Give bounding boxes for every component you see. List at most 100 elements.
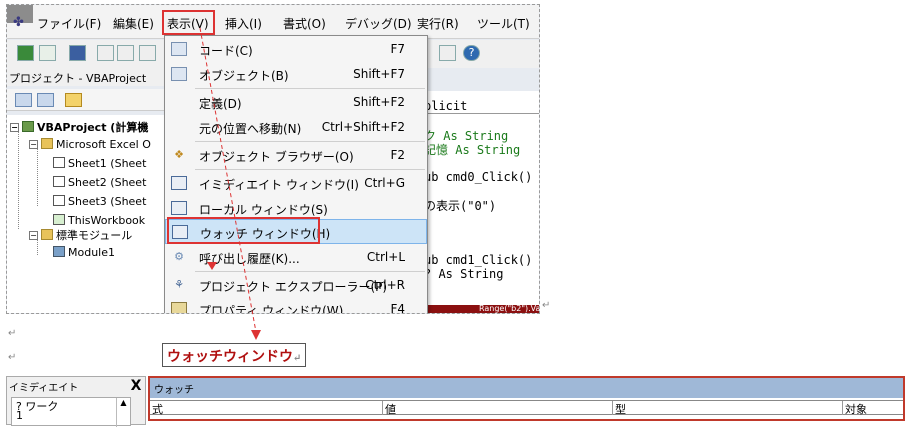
menu-item-label: プロパティ ウィンドウ(W) [199,304,344,314]
menu-item-shortcut: F7 [390,42,405,56]
code-window[interactable]: plicit ク As String 記憶 As String ub cmd0_… [424,91,539,313]
menu-item-call-stack[interactable]: ⚙ 呼び出し履歴(K)... Ctrl+L [165,245,427,270]
save-icon[interactable] [69,45,86,61]
menu-insert[interactable]: 挿入(I) [225,15,262,32]
caption-text: ウォッチウィンドウ [167,349,293,365]
immediate-window: イミディエイト X ? ワーク 1 ▲ [6,376,146,427]
project-tree: − VBAProject (計算機 − Microsoft Excel O Shee… [7,115,167,313]
caption-label: ウォッチウィンドウ↵ [162,343,307,367]
menu-item-label: プロジェクト エクスプローラー(P) [199,280,388,294]
menu-item-object-browser[interactable]: ❖ オブジェクト ブラウザー(O) F2 [165,143,427,168]
code-line: ub cmd1_Click() [424,253,533,267]
menu-item-code[interactable]: コード(C) F7 [165,37,427,62]
menu-file[interactable]: ファイル(F) [37,15,101,32]
tree-node-standard-modules[interactable]: − 標準モジュール [29,227,132,243]
module-icon [53,246,65,257]
view-code-icon[interactable] [15,93,32,107]
menu-item-shortcut: Ctrl+L [366,250,405,264]
tree-label: Microsoft Excel O [56,138,151,151]
tree-label: Sheet2 (Sheet [68,176,147,189]
tree-node-vbaproject[interactable]: − VBAProject (計算機 [10,119,148,135]
menu-item-properties-window[interactable]: プロパティ ウィンドウ(W) F4 [165,297,427,314]
menu-bar: ✤ ファイル(F) 編集(E) 表示(V) 挿入(I) 書式(O) デバッグ(D… [7,5,539,39]
column-header-expression[interactable]: 式 [150,401,382,416]
collapse-icon[interactable]: − [29,231,38,240]
scroll-up-icon[interactable]: ▲ [120,398,126,407]
tree-label: VBAProject (計算機 [37,121,149,134]
project-explorer-title: プロジェクト - VBAProject [7,68,167,86]
code-line: の表示("0") [424,199,497,213]
tree-label: Module1 [68,246,115,259]
menu-item-shortcut: F2 [390,148,405,162]
menu-edit[interactable]: 編集(E) [113,15,154,32]
code-highlight-bar: Range("b2").Valu [427,304,540,313]
code-icon [171,42,187,56]
menu-item-definition[interactable]: 定義(D) Shift+F2 [165,90,427,115]
locals-window-icon [171,201,187,215]
return-mark: ↵ [542,300,551,311]
menu-item-label: オブジェクト ブラウザー(O) [199,150,354,164]
code-line: ? As String [424,267,504,281]
tree-node-sheet2[interactable]: Sheet2 (Sheet [53,176,146,189]
immediate-text-area[interactable]: ? ワーク 1 ▲ [11,397,131,427]
toolbox-icon[interactable] [439,45,456,61]
tree-node-sheet3[interactable]: Sheet3 (Sheet [53,195,146,208]
properties-window-icon [171,302,187,313]
watch-window-highlight [167,217,320,244]
menu-item-shortcut: Ctrl+R [365,278,405,292]
collapse-icon[interactable]: − [10,123,19,132]
return-mark: ↵ [8,352,17,363]
help-icon[interactable]: ? [463,45,480,61]
project-explorer-icon: ⚘ [174,278,184,291]
toggle-folders-icon[interactable] [65,93,82,107]
menu-debug[interactable]: デバッグ(D) [345,15,412,32]
insert-form-icon[interactable] [39,45,56,61]
tree-label: ThisWorkbook [68,214,146,227]
menu-separator [195,169,425,170]
menu-run[interactable]: 実行(R) [417,15,459,32]
object-icon [171,67,187,81]
copy-icon[interactable] [117,45,134,61]
paste-icon[interactable] [139,45,156,61]
close-icon[interactable]: X [129,378,143,394]
tree-node-thisworkbook[interactable]: ThisWorkbook [53,214,145,227]
call-stack-icon: ⚙ [174,250,184,263]
code-line: plicit [424,99,539,114]
collapse-icon[interactable]: − [29,140,38,149]
scrollbar[interactable]: ▲ [116,398,130,427]
view-dropdown-menu: コード(C) F7 オブジェクト(B) Shift+F7 定義(D) Shift… [164,35,428,314]
menu-item-shortcut: Ctrl+G [364,176,405,190]
tree-node-excel-objects[interactable]: − Microsoft Excel O [29,138,151,151]
immediate-line: 1 [16,409,23,422]
watch-column-headers: 式 値 型 対象 [150,400,903,416]
excel-icon[interactable] [17,45,34,61]
menu-separator [195,88,425,89]
column-header-context[interactable]: 対象 [842,401,903,416]
immediate-window-icon [171,176,187,190]
immediate-window-title: イミディエイト [9,383,79,394]
watch-window: ウォッチ 式 値 型 対象 [148,376,905,421]
menu-item-label: オブジェクト(B) [199,69,289,83]
object-browser-icon: ❖ [174,148,184,161]
sheet-icon [53,195,65,206]
column-header-value[interactable]: 値 [382,401,612,416]
menu-item-project-explorer[interactable]: ⚘ プロジェクト エクスプローラー(P) Ctrl+R [165,273,427,298]
tree-label: 標準モジュール [56,229,133,242]
menu-tools[interactable]: ツール(T) [477,15,530,32]
menu-item-shortcut: Shift+F2 [353,95,405,109]
folder-icon [41,229,53,240]
vbe-logo-icon: ✤ [13,15,24,30]
menu-format[interactable]: 書式(O) [283,15,326,32]
tree-node-module1[interactable]: Module1 [53,246,115,259]
menu-item-last-position[interactable]: 元の位置へ移動(N) Ctrl+Shift+F2 [165,115,427,140]
menu-item-shortcut: Ctrl+Shift+F2 [321,120,405,134]
tree-node-sheet1[interactable]: Sheet1 (Sheet [53,157,146,170]
menu-item-object[interactable]: オブジェクト(B) Shift+F7 [165,62,427,87]
cut-icon[interactable] [97,45,114,61]
watch-window-title: ウォッチ [150,378,903,398]
code-line: Range("b2").Valu [479,304,540,313]
view-object-icon[interactable] [37,93,54,107]
menu-item-label: ローカル ウィンドウ(S) [199,203,328,217]
column-header-type[interactable]: 型 [612,401,842,416]
menu-item-immediate-window[interactable]: イミディエイト ウィンドウ(I) Ctrl+G [165,171,427,196]
